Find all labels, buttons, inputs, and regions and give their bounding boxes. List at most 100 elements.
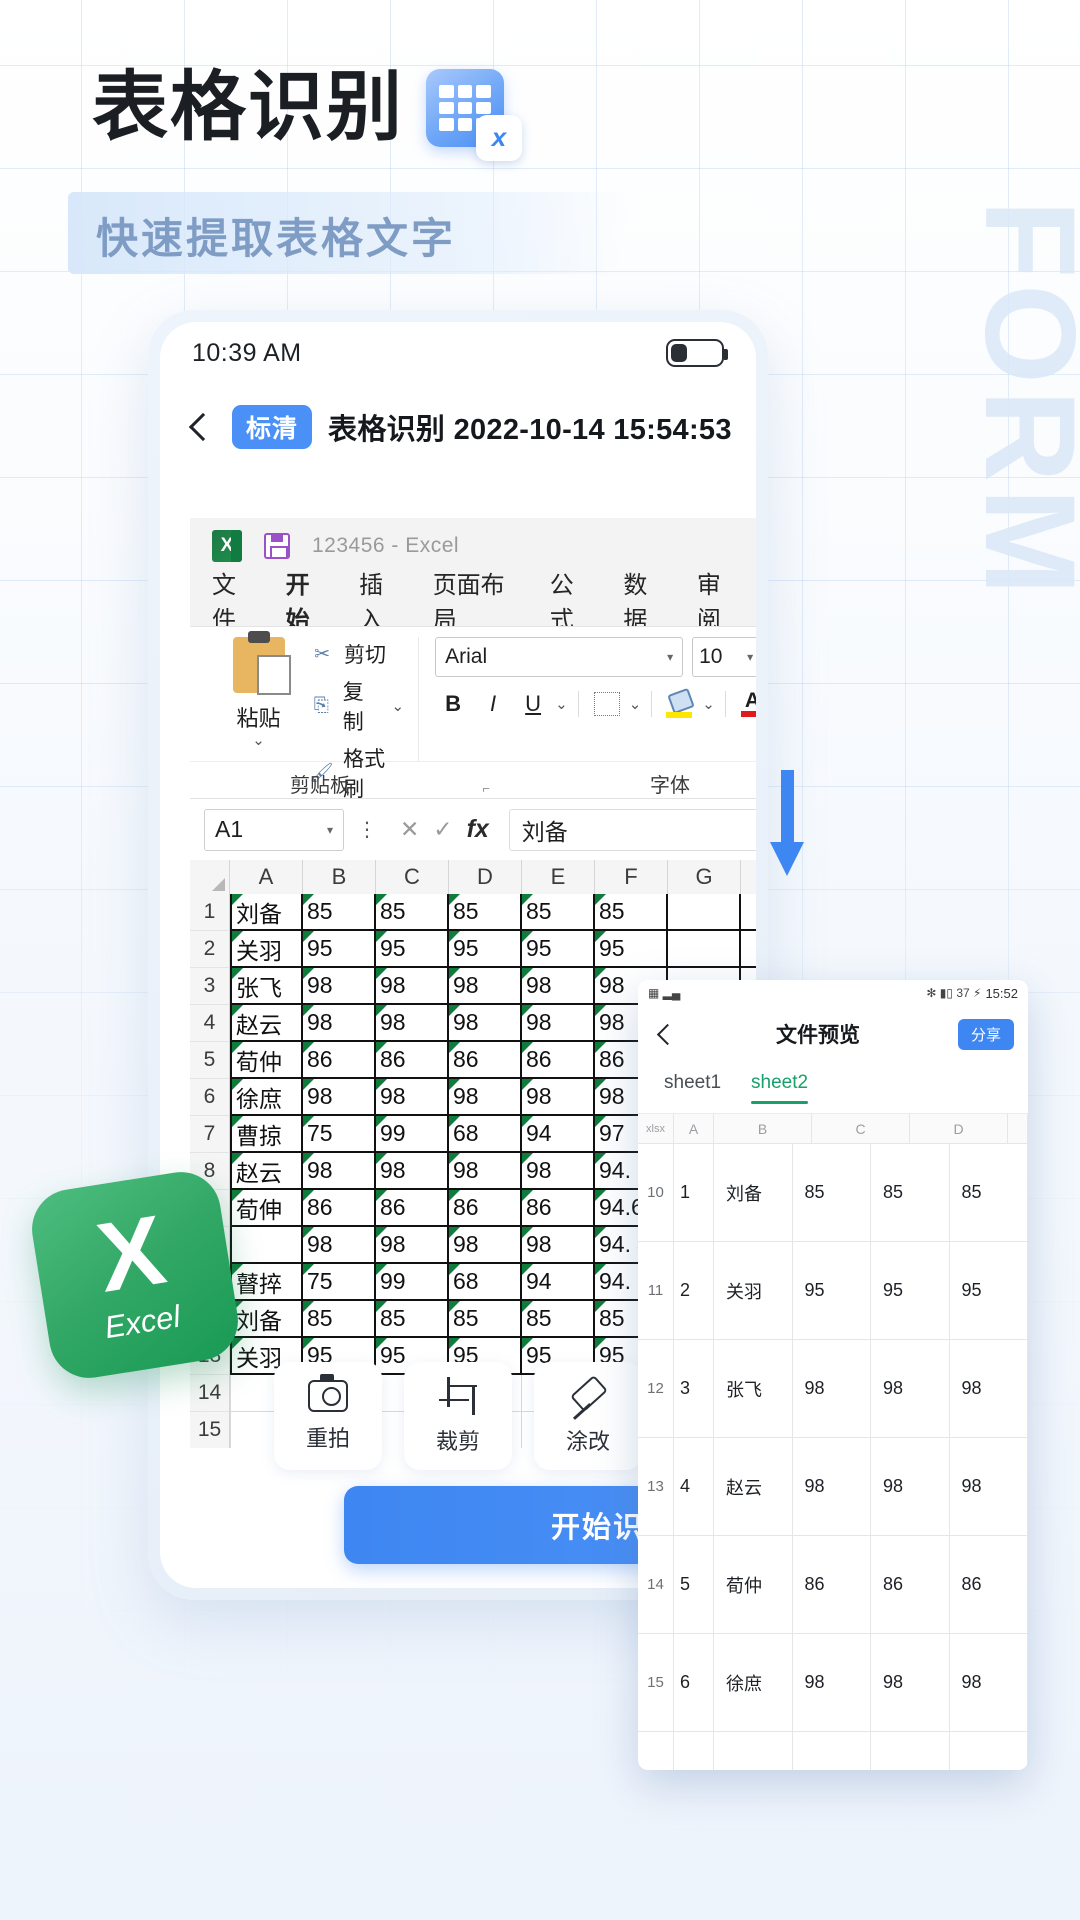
column-header-f[interactable]: F [595,860,668,894]
spreadsheet-cell[interactable]: 68 [449,1264,522,1301]
preview-table-row[interactable]: 11 2 关羽 95 95 95 [638,1242,1028,1340]
spreadsheet-cell[interactable]: 85 [522,1301,595,1338]
preview-table-cell[interactable]: 95 [871,1242,950,1339]
row-header[interactable]: 5 [190,1042,230,1079]
erase-button[interactable]: 涂改 [534,1362,642,1470]
spreadsheet-cell[interactable]: 98 [449,1153,522,1190]
spreadsheet-cell[interactable]: 赵云 [230,1005,303,1042]
column-header-c[interactable]: C [376,860,449,894]
spreadsheet-cell[interactable]: 98 [522,1227,595,1264]
preview-table-cell[interactable]: 4 [674,1438,714,1535]
row-header[interactable]: 1 [190,894,230,931]
preview-table-cell[interactable]: 6 [674,1634,714,1731]
spreadsheet-cell[interactable]: 曹掠 [230,1116,303,1153]
preview-table-cell[interactable]: 86 [950,1536,1028,1633]
sheet-tab-sheet1[interactable]: sheet1 [664,1072,721,1104]
spreadsheet-cell[interactable]: 98 [376,1153,449,1190]
spreadsheet-cell[interactable]: 68 [449,1116,522,1153]
paste-icon[interactable] [232,631,291,695]
spreadsheet-cell[interactable]: 刘备 [230,894,303,931]
spreadsheet-cell[interactable]: 98 [449,1005,522,1042]
spreadsheet-cell[interactable]: 95 [522,931,595,968]
preview-table-cell[interactable]: 98 [871,1634,950,1731]
spreadsheet-cell[interactable]: 98 [376,1005,449,1042]
preview-table-cell[interactable]: 98 [950,1634,1028,1731]
spreadsheet-cell[interactable]: 85 [303,894,376,931]
confirm-icon[interactable]: ✓ [433,816,452,843]
chevron-down-icon[interactable]: ⌄ [629,697,642,712]
preview-table-cell[interactable]: 7 [674,1732,714,1770]
row-header[interactable]: 3 [190,968,230,1005]
preview-table-cell[interactable]: 荀仲 [714,1536,793,1633]
spreadsheet-cell[interactable]: 98 [303,968,376,1005]
preview-table-cell[interactable]: 98 [793,1634,871,1731]
spreadsheet-cell[interactable]: 75 [303,1116,376,1153]
row-header[interactable]: 4 [190,1005,230,1042]
spreadsheet-cell[interactable]: 86 [522,1042,595,1079]
preview-table-cell[interactable]: 98 [793,1340,871,1437]
back-button[interactable] [182,410,216,444]
preview-table-cell[interactable]: 5 [674,1536,714,1633]
cut-command[interactable]: ✂ 剪切 [309,639,404,669]
font-size-select[interactable]: 10 ▾ [692,637,756,677]
column-header-e[interactable]: E [522,860,595,894]
column-header-d[interactable]: D [449,860,522,894]
spreadsheet-cell[interactable]: 95 [449,931,522,968]
preview-table-cell[interactable]: 3 [674,1340,714,1437]
spreadsheet-cell[interactable]: 98 [303,1005,376,1042]
sheet-tab-sheet2[interactable]: sheet2 [751,1072,809,1104]
spreadsheet-cell[interactable]: 86 [449,1042,522,1079]
spreadsheet-cell[interactable]: 张飞 [230,968,303,1005]
chevron-down-icon[interactable]: ⌄ [392,699,405,714]
spreadsheet-cell[interactable]: 98 [303,1227,376,1264]
font-name-select[interactable]: Arial ▾ [435,637,684,677]
excel-tab-data[interactable]: 数据 [623,565,667,635]
spreadsheet-cell[interactable]: 荀仲 [230,1042,303,1079]
spreadsheet-cell[interactable]: 86 [376,1042,449,1079]
spreadsheet-cell[interactable]: 86 [522,1190,595,1227]
spreadsheet-cell[interactable]: 关羽 [230,931,303,968]
preview-table-cell[interactable]: 98 [950,1438,1028,1535]
underline-button[interactable]: U [515,687,551,721]
spreadsheet-cell[interactable]: 99 [376,1116,449,1153]
chevron-down-icon[interactable]: ⌄ [555,697,568,712]
name-box[interactable]: A1 ▾ [204,808,344,851]
preview-table-cell[interactable]: 75 [793,1732,871,1770]
paste-label[interactable]: 粘贴 [237,701,281,733]
retake-button[interactable]: 重拍 [274,1362,382,1470]
spreadsheet-cell[interactable]: 98 [449,1227,522,1264]
excel-tab-layout[interactable]: 页面布局 [433,565,520,635]
preview-table-cell[interactable]: 85 [793,1144,871,1241]
preview-table-cell[interactable]: 1 [674,1144,714,1241]
preview-table-cell[interactable]: 68 [950,1732,1028,1770]
font-color-icon[interactable]: A [736,687,756,721]
preview-table-cell[interactable]: 99 [871,1732,950,1770]
spreadsheet-cell[interactable]: 85 [522,894,595,931]
spreadsheet-cell[interactable]: 98 [376,1227,449,1264]
italic-button[interactable]: I [475,687,511,721]
excel-tab-formula[interactable]: 公式 [550,565,594,635]
save-floppy-icon[interactable] [264,533,290,559]
spreadsheet-cell[interactable]: 75 [303,1264,376,1301]
preview-table-cell[interactable]: 赵云 [714,1438,793,1535]
preview-table-row[interactable]: 13 4 赵云 98 98 98 [638,1438,1028,1536]
preview-table-cell[interactable]: 95 [793,1242,871,1339]
preview-table-cell[interactable]: 85 [950,1144,1028,1241]
spreadsheet-cell[interactable]: 98 [522,1079,595,1116]
preview-table-cell[interactable]: 曹掠 [714,1732,793,1770]
excel-tab-file[interactable]: 文件 [212,565,256,635]
spreadsheet-cell[interactable]: 98 [376,968,449,1005]
spreadsheet-cell[interactable]: 98 [303,1079,376,1116]
spreadsheet-cell[interactable]: 刘备 [230,1301,303,1338]
spreadsheet-cell[interactable]: 98 [522,1005,595,1042]
preview-table-cell[interactable]: 98 [793,1438,871,1535]
spreadsheet-cell[interactable]: 85 [449,894,522,931]
spreadsheet-cell[interactable]: 95 [595,931,668,968]
preview-table-cell[interactable]: 张飞 [714,1340,793,1437]
spreadsheet-cell[interactable]: 99 [376,1264,449,1301]
spreadsheet-cell[interactable]: 98 [522,1153,595,1190]
preview-table-row[interactable]: 12 3 张飞 98 98 98 [638,1340,1028,1438]
spreadsheet-cell[interactable]: 赵云 [230,1153,303,1190]
fill-color-icon[interactable] [662,687,698,721]
borders-icon[interactable] [589,687,625,721]
